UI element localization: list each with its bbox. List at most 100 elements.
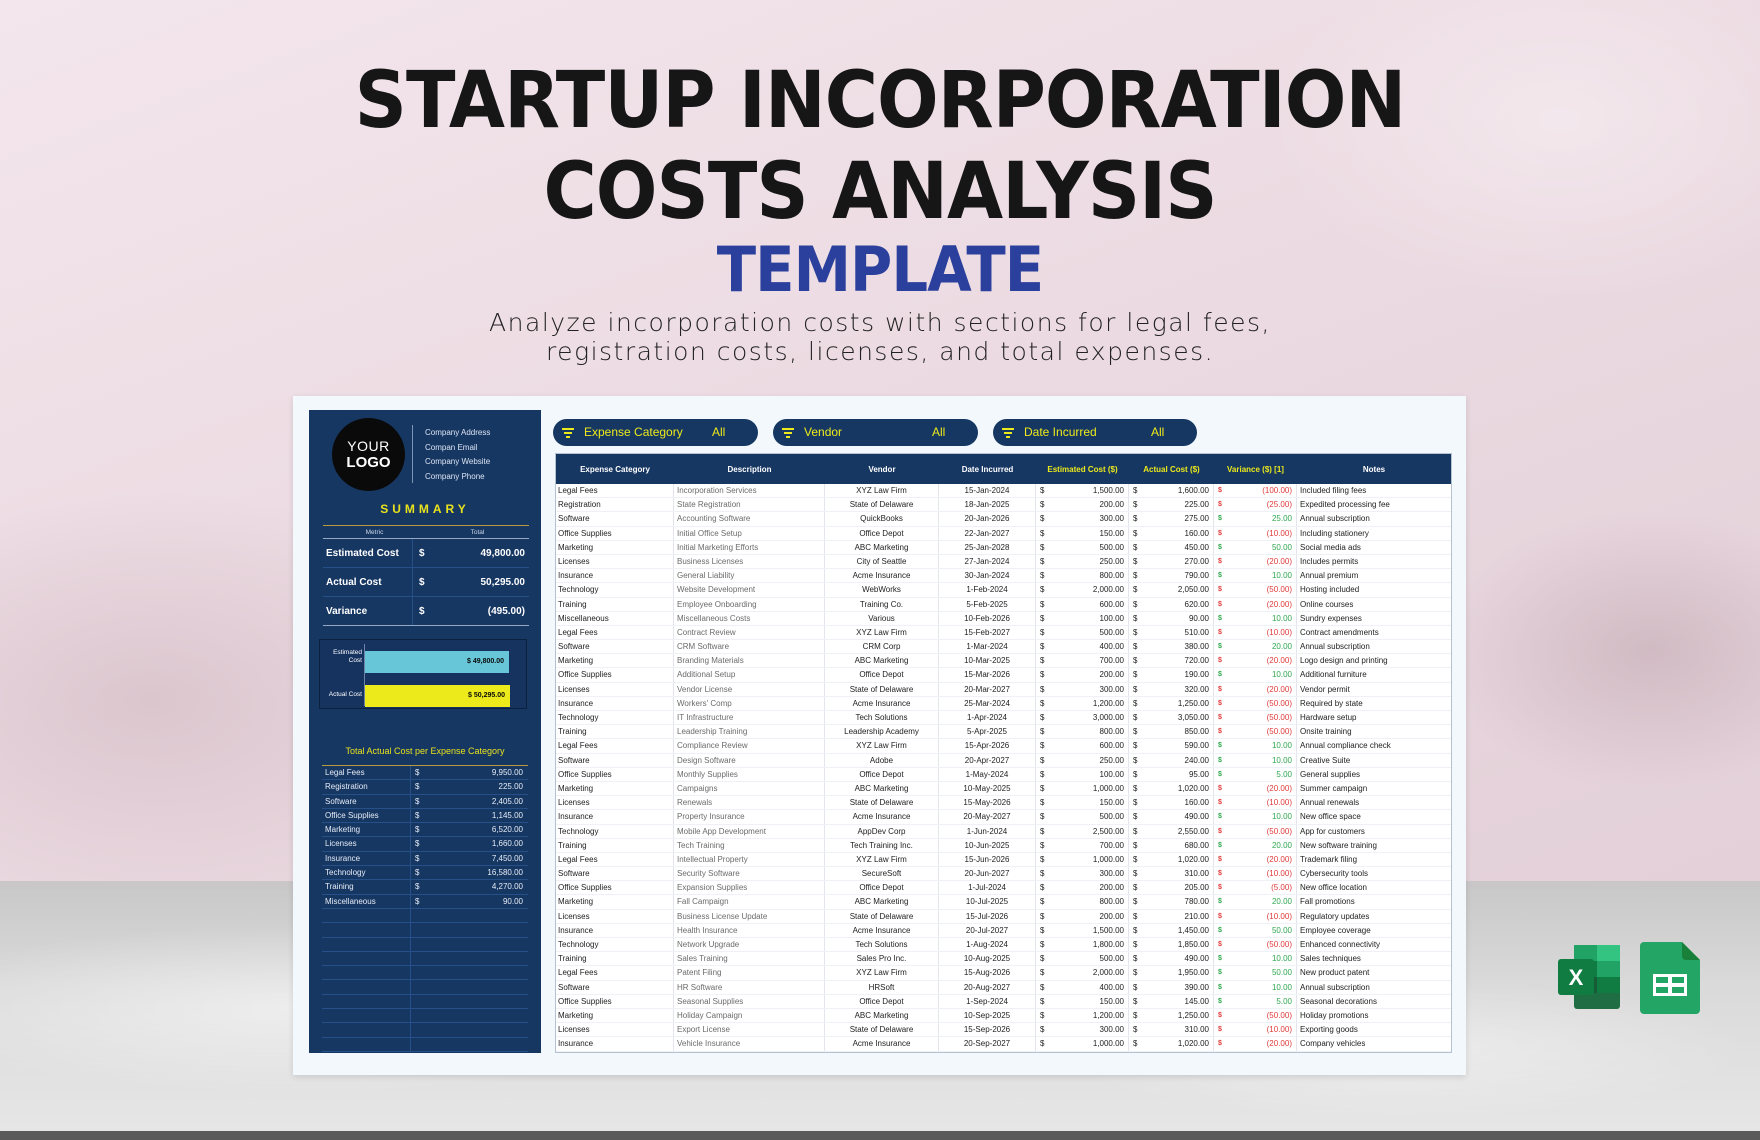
table-row[interactable]: Office Supplies Monthly Supplies Office De… [556, 767, 1451, 782]
table-row[interactable]: Technology Network Upgrade Tech Solutions 1… [556, 938, 1451, 953]
cell-estimated-cost[interactable]: $2,500.00 [1036, 824, 1129, 838]
cell-date[interactable]: 10-Jul-2025 [939, 895, 1036, 909]
cell-actual-cost[interactable]: $190.00 [1129, 668, 1214, 682]
cell-description[interactable]: State Registration [674, 498, 825, 512]
cell-date[interactable]: 1-May-2024 [939, 767, 1036, 781]
cell-estimated-cost[interactable]: $500.00 [1036, 540, 1129, 554]
cell-variance[interactable]: $ (50.00) [1214, 711, 1297, 725]
cell-vendor[interactable]: QuickBooks [825, 512, 939, 526]
cell-estimated-cost[interactable]: $150.00 [1036, 994, 1129, 1008]
cell-category[interactable]: Software [556, 980, 674, 994]
cell-category[interactable]: Licenses [556, 796, 674, 810]
cell-description[interactable]: Leadership Training [674, 725, 825, 739]
cell-actual-cost[interactable]: $240.00 [1129, 753, 1214, 767]
col-header-date[interactable]: Date Incurred [939, 454, 1036, 484]
cell-variance[interactable]: $50.00 [1214, 923, 1297, 937]
cell-estimated-cost[interactable]: $400.00 [1036, 640, 1129, 654]
cell-actual-cost[interactable]: $450.00 [1129, 540, 1214, 554]
cell-estimated-cost[interactable]: $2,000.00 [1036, 583, 1129, 597]
cell-estimated-cost[interactable]: $600.00 [1036, 597, 1129, 611]
cell-notes[interactable]: Contract amendments [1297, 626, 1451, 639]
cell-date[interactable]: 1-Jul-2024 [939, 881, 1036, 895]
cell-vendor[interactable]: WebWorks [825, 583, 939, 597]
cell-category[interactable]: Office Supplies [556, 767, 674, 781]
cell-notes[interactable]: Sundry expenses [1297, 612, 1451, 625]
cell-notes[interactable]: Company vehicles [1297, 1037, 1451, 1050]
cell-actual-cost[interactable]: $2,050.00 [1129, 583, 1214, 597]
cell-notes[interactable]: Social media ads [1297, 541, 1451, 554]
cell-estimated-cost[interactable]: $300.00 [1036, 867, 1129, 881]
cell-notes[interactable]: Creative Suite [1297, 754, 1451, 767]
cell-description[interactable]: Incorporation Services [674, 484, 825, 498]
table-row[interactable]: Legal Fees Incorporation Services XYZ Law … [556, 484, 1451, 499]
cell-notes[interactable]: Included filing fees [1297, 484, 1451, 497]
cell-vendor[interactable]: XYZ Law Firm [825, 852, 939, 867]
cell-description[interactable]: Export License [674, 1023, 825, 1037]
cell-notes[interactable]: Annual premium [1297, 569, 1451, 582]
cell-actual-cost[interactable]: $850.00 [1129, 725, 1214, 739]
cell-category[interactable]: Marketing [556, 1008, 674, 1023]
cell-actual-cost[interactable]: $1,020.00 [1129, 1037, 1214, 1051]
cell-category[interactable]: Licenses [556, 1023, 674, 1037]
cell-actual-cost[interactable]: $1,020.00 [1129, 852, 1214, 867]
table-row[interactable]: Registration State Registration State of D… [556, 498, 1451, 513]
cell-estimated-cost[interactable]: $200.00 [1036, 668, 1129, 682]
cell-variance[interactable]: $ (50.00) [1214, 1008, 1297, 1023]
cell-variance[interactable]: $20.00 [1214, 838, 1297, 852]
cell-vendor[interactable]: State of Delaware [825, 682, 939, 696]
cell-notes[interactable]: Onsite training [1297, 725, 1451, 738]
cell-estimated-cost[interactable]: $2,000.00 [1036, 966, 1129, 980]
cell-actual-cost[interactable]: $310.00 [1129, 1023, 1214, 1037]
cell-description[interactable]: Property Insurance [674, 810, 825, 824]
cell-date[interactable]: 10-May-2025 [939, 781, 1036, 796]
cell-vendor[interactable]: State of Delaware [825, 909, 939, 923]
cell-actual-cost[interactable]: $310.00 [1129, 867, 1214, 881]
cell-category[interactable]: Software [556, 753, 674, 767]
cell-vendor[interactable]: ABC Marketing [825, 781, 939, 796]
cell-notes[interactable]: Online courses [1297, 598, 1451, 611]
cell-variance[interactable]: $25.00 [1214, 512, 1297, 526]
cell-date[interactable]: 10-Feb-2026 [939, 611, 1036, 625]
cell-date[interactable]: 20-Sep-2027 [939, 1037, 1036, 1051]
col-header-description[interactable]: Description [674, 454, 825, 484]
cell-date[interactable]: 15-Jun-2026 [939, 852, 1036, 867]
cell-estimated-cost[interactable]: $100.00 [1036, 767, 1129, 781]
cell-date[interactable]: 15-Apr-2026 [939, 739, 1036, 753]
table-row[interactable]: Office Supplies Seasonal Supplies Office D… [556, 994, 1451, 1009]
cell-category[interactable]: Office Supplies [556, 994, 674, 1008]
cell-actual-cost[interactable]: $1,020.00 [1129, 781, 1214, 796]
cell-notes[interactable]: Hosting included [1297, 583, 1451, 596]
cell-date[interactable]: 20-May-2027 [939, 810, 1036, 824]
cell-date[interactable]: 15-Jul-2026 [939, 909, 1036, 923]
cell-estimated-cost[interactable]: $500.00 [1036, 952, 1129, 966]
cell-notes[interactable]: Annual compliance check [1297, 739, 1451, 752]
cell-date[interactable]: 1-Jun-2024 [939, 824, 1036, 838]
cell-estimated-cost[interactable]: $600.00 [1036, 739, 1129, 753]
cell-variance[interactable]: $10.00 [1214, 668, 1297, 682]
cell-estimated-cost[interactable]: $800.00 [1036, 895, 1129, 909]
cell-description[interactable]: CRM Software [674, 640, 825, 654]
cell-vendor[interactable]: Leadership Academy [825, 725, 939, 739]
cell-variance[interactable]: $ (20.00) [1214, 654, 1297, 668]
table-row[interactable]: Technology IT Infrastructure Tech Solution… [556, 711, 1451, 726]
cell-estimated-cost[interactable]: $200.00 [1036, 909, 1129, 923]
cell-variance[interactable]: $ (50.00) [1214, 725, 1297, 739]
cell-date[interactable]: 5-Apr-2025 [939, 725, 1036, 739]
cell-category[interactable]: Legal Fees [556, 739, 674, 753]
cell-vendor[interactable]: Office Depot [825, 994, 939, 1008]
table-row[interactable]: Training Tech Training Tech Training Inc. 1… [556, 838, 1451, 853]
cell-vendor[interactable]: XYZ Law Firm [825, 739, 939, 753]
cell-variance[interactable]: $ (25.00) [1214, 498, 1297, 512]
cell-category[interactable]: Office Supplies [556, 668, 674, 682]
cell-description[interactable]: Intellectual Property [674, 852, 825, 867]
cell-description[interactable]: Contract Review [674, 625, 825, 640]
table-row[interactable]: Software Design Software Adobe 20-Apr-2027 $… [556, 753, 1451, 768]
cell-vendor[interactable]: Adobe [825, 753, 939, 767]
cell-description[interactable]: Additional Setup [674, 668, 825, 682]
cell-category[interactable]: Software [556, 640, 674, 654]
cell-variance[interactable]: $ (20.00) [1214, 1037, 1297, 1051]
cell-variance[interactable]: $20.00 [1214, 640, 1297, 654]
table-row[interactable]: Licenses Business Licenses City of Seattle… [556, 554, 1451, 570]
cell-date[interactable]: 15-Aug-2026 [939, 966, 1036, 980]
cell-estimated-cost[interactable]: $500.00 [1036, 625, 1129, 640]
